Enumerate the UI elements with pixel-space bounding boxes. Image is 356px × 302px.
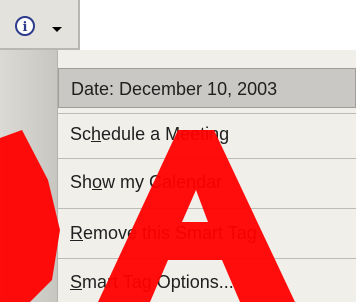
menu-item-smart-tag-options[interactable]: Smart Tag Options... [58, 262, 356, 302]
menu-item-access-key: R [70, 223, 83, 243]
menu-item-label-prefix: Sc [70, 124, 92, 144]
menu-separator [58, 258, 356, 259]
svg-text:i: i [23, 20, 28, 35]
menu-item-label-prefix: Sh [70, 172, 93, 192]
menu-separator [58, 208, 356, 209]
info-icon: i [15, 16, 35, 36]
menu-icon-gutter [0, 50, 58, 302]
smart-tag-menu: Date: December 10, 2003 Schedule a Meeti… [0, 50, 356, 302]
menu-item-access-key: h [91, 124, 102, 144]
chevron-down-icon[interactable] [52, 27, 62, 32]
menu-item-label-suffix: emove this Smart Tag [83, 223, 257, 243]
menu-item-access-key: S [70, 272, 83, 292]
menu-item-label-suffix: edule a Meeting [101, 124, 230, 144]
smart-tag-button[interactable]: i [0, 0, 80, 50]
menu-item-access-key: o [92, 172, 103, 192]
menu-body: Date: December 10, 2003 Schedule a Meeti… [58, 50, 356, 302]
menu-item-remove-smart-tag[interactable]: Remove this Smart Tag [58, 213, 356, 253]
menu-item-show-calendar[interactable]: Show my Calendar [58, 162, 356, 202]
screenshot-stage: i Date: December 10, 2003 Schedule a Mee… [0, 0, 356, 302]
menu-item-date[interactable]: Date: December 10, 2003 [58, 68, 356, 108]
menu-item-schedule-meeting[interactable]: Schedule a Meeting [58, 114, 356, 154]
menu-item-label-suffix: w my Calendar [102, 172, 223, 192]
menu-separator [58, 158, 356, 159]
menu-item-label: Date: December 10, 2003 [71, 79, 278, 99]
menu-item-label-suffix: mart Tag Options... [82, 272, 234, 292]
